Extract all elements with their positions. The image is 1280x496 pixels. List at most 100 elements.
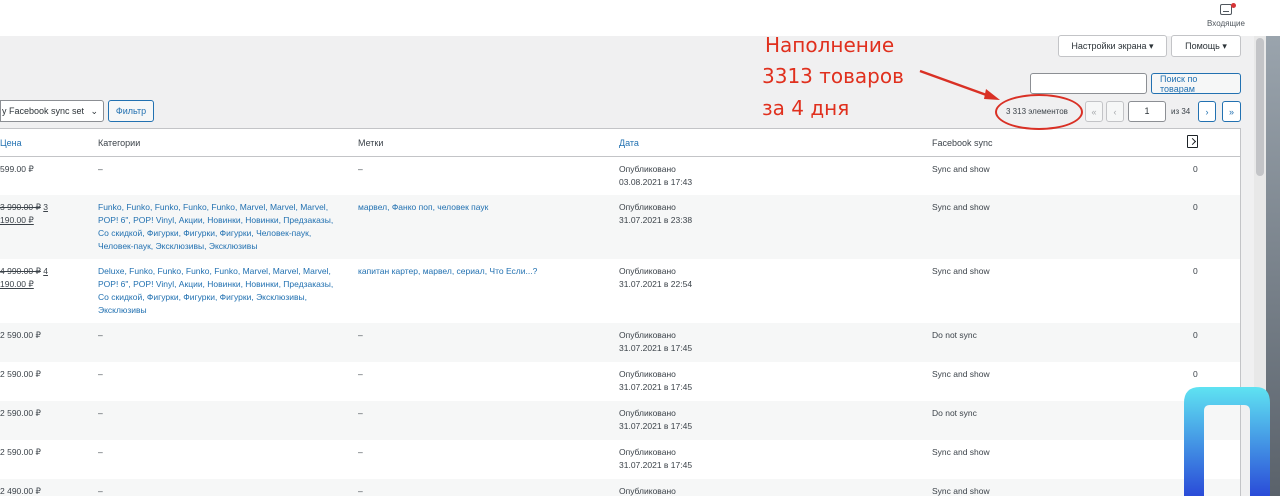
brand-logo-icon bbox=[1184, 387, 1270, 496]
price-sale: 3 bbox=[43, 202, 48, 212]
date-status: Опубликовано bbox=[619, 164, 676, 174]
tags: – bbox=[358, 164, 363, 174]
facebook-sync-status: Sync and show bbox=[932, 369, 990, 379]
table-row[interactable]: 599.00 ₽ – – Опубликовано 03.08.2021 в 1… bbox=[0, 157, 1240, 195]
price-sale: 4 bbox=[43, 266, 48, 276]
help-button[interactable]: Помощь ▾ bbox=[1171, 35, 1241, 57]
next-page-button[interactable]: › bbox=[1198, 101, 1216, 122]
current-page-input[interactable]: 1 bbox=[1128, 101, 1166, 122]
annotation-line-1: Наполнение bbox=[765, 33, 895, 57]
price: 599.00 ₽ bbox=[0, 164, 34, 174]
category-links[interactable]: POP! 6", POP! Vinyl, Акции, Новинки, Нов… bbox=[98, 214, 333, 227]
category-links[interactable]: Deluxe, Funko, Funko, Funko, Funko, Marv… bbox=[98, 265, 331, 278]
tag-links[interactable]: капитан картер, марвел, сериал, Что Если… bbox=[358, 265, 537, 278]
first-page-button[interactable]: « bbox=[1085, 101, 1103, 122]
price: 2 590.00 ₽ bbox=[0, 408, 41, 418]
search-products-button[interactable]: Поиск по товарам bbox=[1151, 73, 1241, 94]
facebook-sync-status: Do not sync bbox=[932, 408, 977, 418]
table-row[interactable]: 3 990.00 ₽ 3 190.00 ₽ Funko, Funko, Funk… bbox=[0, 195, 1240, 259]
category-links[interactable]: POP! 6", POP! Vinyl, Акции, Новинки, Нов… bbox=[98, 278, 333, 291]
count: 0 bbox=[1193, 202, 1198, 212]
facebook-sync-filter-select[interactable]: y Facebook sync set ⌄ bbox=[0, 100, 104, 122]
table-row[interactable]: 2 590.00 ₽ – – Опубликовано 31.07.2021 в… bbox=[0, 440, 1240, 479]
count: 0 bbox=[1193, 330, 1198, 340]
price: 2 590.00 ₽ bbox=[0, 330, 41, 340]
categories: – bbox=[98, 330, 103, 340]
count: 0 bbox=[1193, 266, 1198, 276]
price-sale-cont: 190.00 ₽ bbox=[0, 215, 34, 225]
count: 0 bbox=[1193, 369, 1198, 379]
column-facebook-sync: Facebook sync bbox=[932, 138, 993, 148]
date-status: Опубликовано bbox=[619, 369, 676, 379]
count: 0 bbox=[1193, 164, 1198, 174]
table-row[interactable]: 2 590.00 ₽ – – Опубликовано 31.07.2021 в… bbox=[0, 401, 1240, 440]
prev-page-button[interactable]: ‹ bbox=[1106, 101, 1124, 122]
date-value: 31.07.2021 в 23:38 bbox=[619, 215, 693, 225]
date-value: 31.07.2021 в 22:54 bbox=[619, 279, 693, 289]
date-status: Опубликовано bbox=[619, 408, 676, 418]
inbox-label: Входящие bbox=[1207, 19, 1245, 28]
category-links[interactable]: Со скидкой, Фигурки, Фигурки, Фигурки, Ч… bbox=[98, 227, 311, 240]
table-row[interactable]: 2 490.00 ₽ – – Опубликовано Sync and sho… bbox=[0, 479, 1240, 496]
tags: – bbox=[358, 330, 363, 340]
date-status: Опубликовано bbox=[619, 330, 676, 340]
category-links[interactable]: Со скидкой, Фигурки, Фигурки, Фигурки, Э… bbox=[98, 291, 307, 304]
product-search-input[interactable] bbox=[1030, 73, 1147, 94]
annotation-circle bbox=[995, 94, 1083, 130]
tags: – bbox=[358, 369, 363, 379]
tags: – bbox=[358, 486, 363, 496]
date-status: Опубликовано bbox=[619, 266, 676, 276]
date-status: Опубликовано bbox=[619, 486, 676, 496]
categories: – bbox=[98, 164, 103, 174]
date-value: 31.07.2021 в 17:45 bbox=[619, 343, 693, 353]
notification-dot bbox=[1231, 3, 1236, 8]
facebook-sync-status: Do not sync bbox=[932, 330, 977, 340]
chevron-down-icon: ⌄ bbox=[90, 106, 98, 116]
category-links[interactable]: Человек-паук, Эксклюзивы, Эксклюзивы bbox=[98, 240, 257, 253]
price: 2 590.00 ₽ bbox=[0, 447, 41, 457]
category-links[interactable]: Эксклюзивы bbox=[98, 304, 147, 317]
total-pages: из 34 bbox=[1171, 107, 1191, 116]
price-sale-cont: 190.00 ₽ bbox=[0, 279, 34, 289]
table-row[interactable]: 2 590.00 ₽ – – Опубликовано 31.07.2021 в… bbox=[0, 362, 1240, 401]
facebook-sync-status: Sync and show bbox=[932, 447, 990, 457]
categories: – bbox=[98, 369, 103, 379]
tag-links[interactable]: марвел, Фанко поп, человек паук bbox=[358, 201, 488, 214]
tags: – bbox=[358, 408, 363, 418]
annotation-line-2: 3313 товаров bbox=[762, 64, 904, 88]
inbox-button[interactable]: Входящие bbox=[1204, 3, 1248, 28]
screen-options-button[interactable]: Настройки экрана ▾ bbox=[1058, 35, 1167, 57]
price-old: 3 990.00 ₽ bbox=[0, 202, 41, 212]
date-value: 31.07.2021 в 17:45 bbox=[619, 382, 693, 392]
annotation-arrow-icon bbox=[919, 69, 1000, 100]
products-table: Цена Категории Метки Дата Facebook sync … bbox=[0, 128, 1241, 496]
column-categories: Категории bbox=[98, 138, 141, 148]
categories: – bbox=[98, 447, 103, 457]
facebook-sync-status: Sync and show bbox=[932, 486, 990, 496]
facebook-sync-status: Sync and show bbox=[932, 164, 990, 174]
date-value: 31.07.2021 в 17:45 bbox=[619, 460, 693, 470]
date-value: 03.08.2021 в 17:43 bbox=[619, 177, 693, 187]
price-old: 4 990.00 ₽ bbox=[0, 266, 41, 276]
price: 2 490.00 ₽ bbox=[0, 486, 41, 496]
tags: – bbox=[358, 447, 363, 457]
table-row[interactable]: 4 990.00 ₽ 4 190.00 ₽ Deluxe, Funko, Fun… bbox=[0, 259, 1240, 323]
table-header: Цена Категории Метки Дата Facebook sync bbox=[0, 129, 1240, 157]
category-links[interactable]: Funko, Funko, Funko, Funko, Funko, Marve… bbox=[98, 201, 328, 214]
price: 2 590.00 ₽ bbox=[0, 369, 41, 379]
annotation-line-3: за 4 дня bbox=[762, 96, 850, 120]
date-status: Опубликовано bbox=[619, 202, 676, 212]
scrollbar-thumb[interactable] bbox=[1256, 38, 1264, 176]
categories: – bbox=[98, 408, 103, 418]
date-status: Опубликовано bbox=[619, 447, 676, 457]
admin-top-bar: Входящие bbox=[0, 0, 1280, 36]
table-row[interactable]: 2 590.00 ₽ – – Опубликовано 31.07.2021 в… bbox=[0, 323, 1240, 362]
categories: – bbox=[98, 486, 103, 496]
column-date[interactable]: Дата bbox=[619, 138, 639, 148]
price-regular: 4 990.00 ₽ 4 bbox=[0, 265, 48, 278]
last-page-button[interactable]: » bbox=[1222, 101, 1241, 122]
sync-document-icon bbox=[1187, 135, 1198, 148]
column-price[interactable]: Цена bbox=[0, 138, 22, 148]
date-value: 31.07.2021 в 17:45 bbox=[619, 421, 693, 431]
filter-button[interactable]: Фильтр bbox=[108, 100, 154, 122]
